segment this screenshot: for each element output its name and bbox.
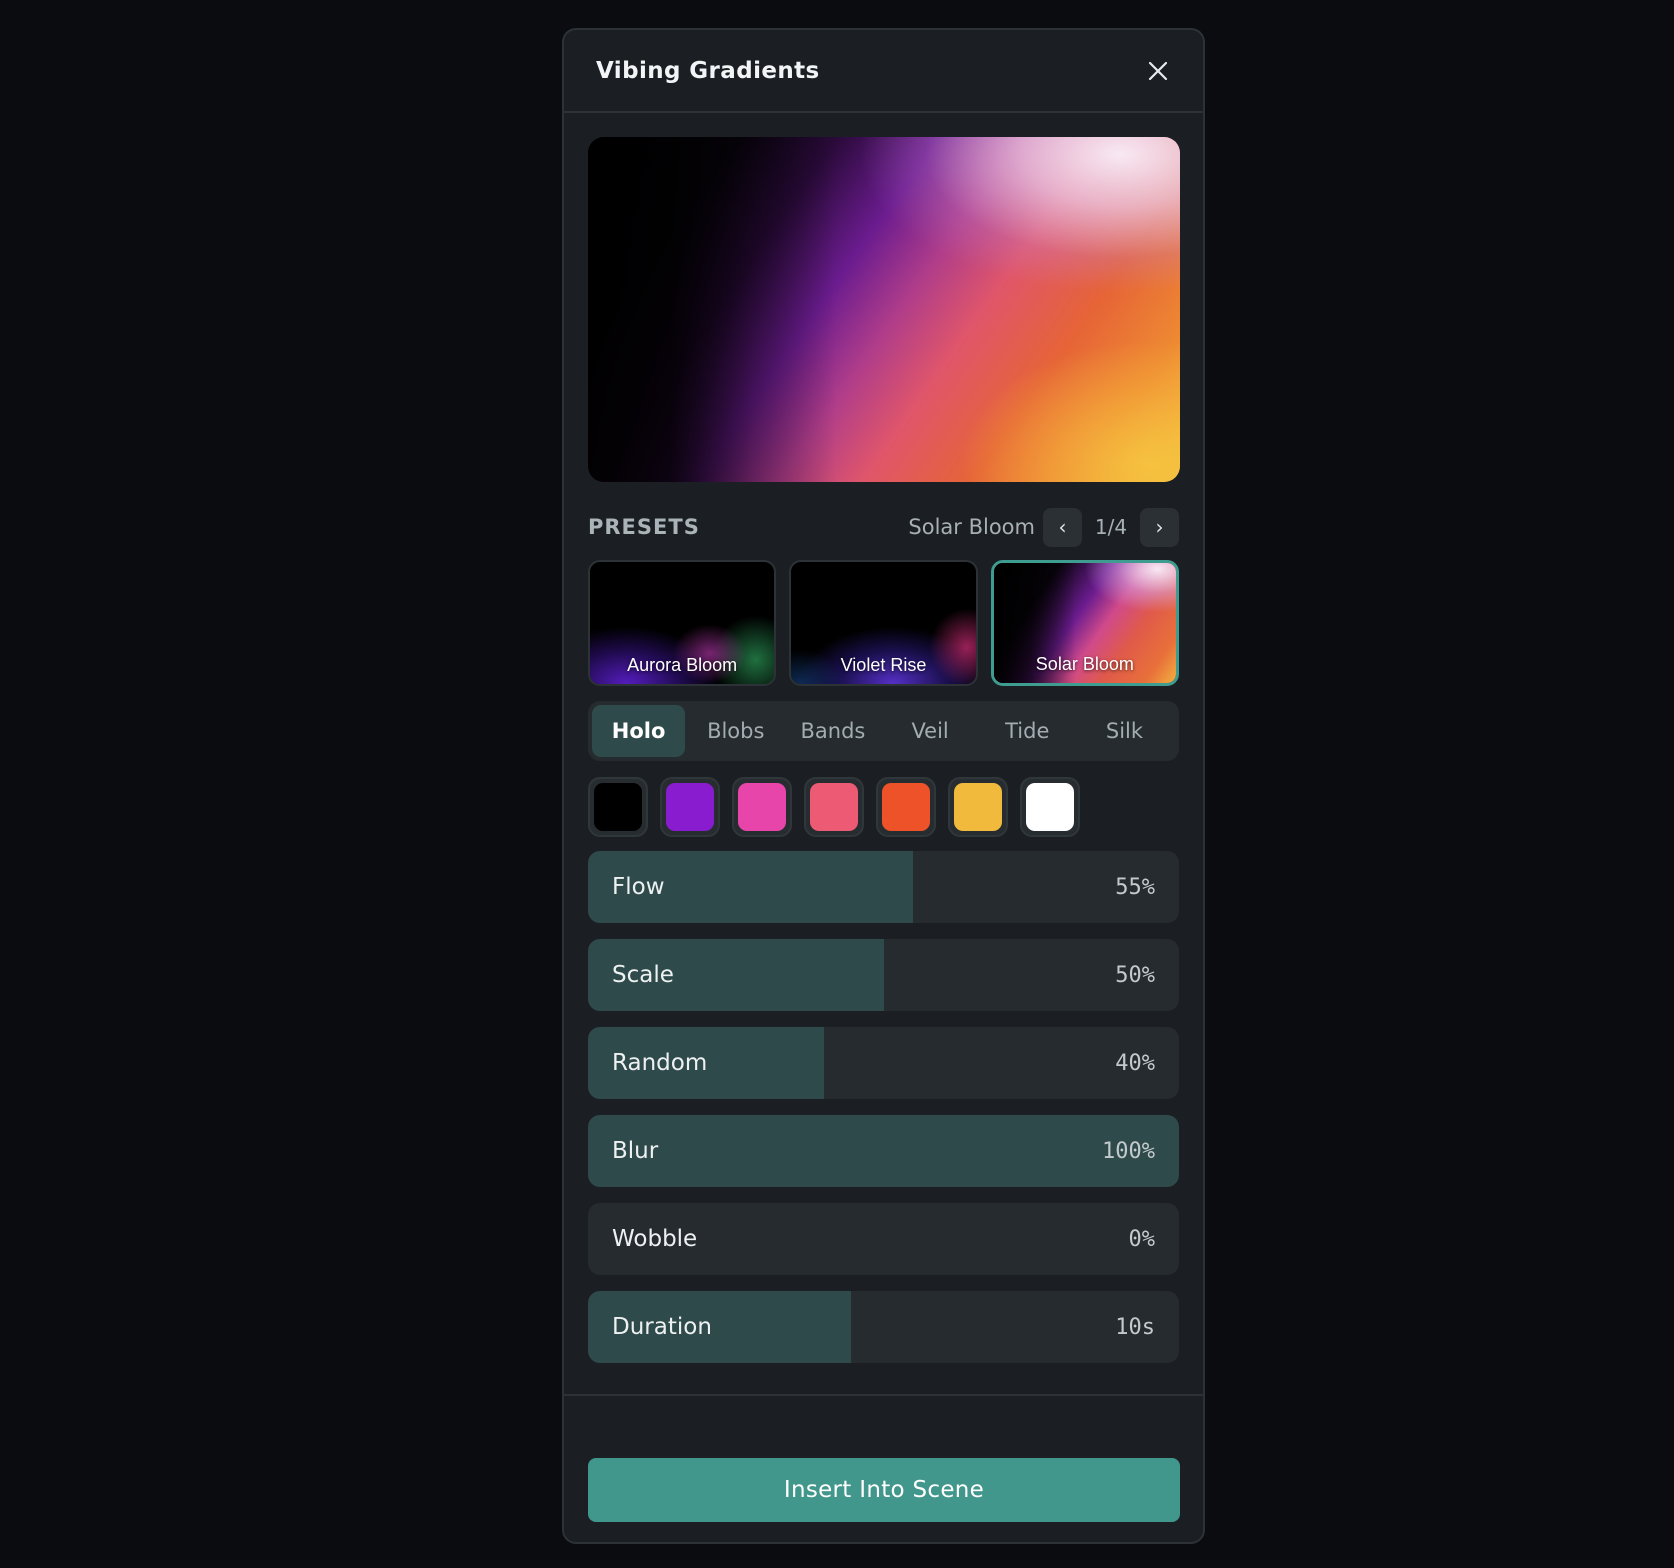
tab-blobs[interactable]: Blobs [689, 705, 782, 757]
slider-label: Duration [612, 1314, 712, 1340]
slider-label: Scale [612, 962, 674, 988]
close-icon [1148, 61, 1168, 80]
current-preset-name: Solar Bloom [908, 515, 1035, 539]
preset-navigator: Solar Bloom ‹ 1/4 › [908, 507, 1179, 547]
color-palette [588, 777, 1179, 837]
preset-aurora-bloom[interactable]: Aurora Bloom [588, 560, 777, 686]
slider-scale[interactable]: Scale 50% [588, 939, 1179, 1011]
style-tabs: Holo Blobs Bands Veil Tide Silk [588, 701, 1179, 761]
presets-header: PRESETS Solar Bloom ‹ 1/4 › [588, 506, 1179, 548]
preset-label: Aurora Bloom [627, 655, 738, 675]
chevron-right-icon: › [1155, 515, 1164, 539]
prev-preset-button[interactable]: ‹ [1043, 507, 1082, 547]
slider-value: 55% [1115, 874, 1155, 900]
color-swatch[interactable] [1020, 777, 1080, 837]
swatch-color [1026, 783, 1074, 831]
gradient-dialog: Vibing Gradients PRESETS Solar Bloom ‹ 1… [562, 28, 1205, 1544]
close-button[interactable] [1141, 54, 1175, 88]
tab-tide[interactable]: Tide [981, 705, 1074, 757]
slider-label: Wobble [612, 1226, 698, 1252]
slider-label: Flow [612, 874, 665, 900]
slider-blur[interactable]: Blur 100% [588, 1115, 1179, 1187]
color-swatch[interactable] [948, 777, 1008, 837]
color-swatch[interactable] [876, 777, 936, 837]
slider-wobble[interactable]: Wobble 0% [588, 1203, 1179, 1275]
slider-value: 100% [1102, 1138, 1155, 1164]
swatch-color [666, 783, 714, 831]
slider-label: Random [612, 1050, 708, 1076]
slider-list: Flow 55% Scale 50% Random 40% Blur 100% Wobble 0%… [588, 851, 1179, 1363]
color-swatch[interactable] [804, 777, 864, 837]
swatch-color [882, 783, 930, 831]
tab-holo[interactable]: Holo [592, 705, 686, 757]
slider-flow[interactable]: Flow 55% [588, 851, 1179, 923]
preset-label: Solar Bloom [1035, 654, 1134, 674]
swatch-color [594, 783, 642, 831]
preset-label: Violet Rise [840, 655, 927, 675]
tab-silk[interactable]: Silk [1078, 705, 1171, 757]
slider-label: Blur [612, 1138, 659, 1164]
color-swatch[interactable] [588, 777, 648, 837]
color-swatch[interactable] [660, 777, 720, 837]
slider-value: 50% [1115, 962, 1155, 988]
next-preset-button[interactable]: › [1140, 507, 1179, 547]
slider-value: 10s [1115, 1314, 1155, 1340]
dialog-title: Vibing Gradients [596, 57, 820, 84]
tab-bands[interactable]: Bands [786, 705, 879, 757]
presets-label: PRESETS [588, 515, 700, 539]
preset-thumbnails: Aurora Bloom Violet Rise Solar Bloom [588, 560, 1179, 686]
slider-value: 0% [1128, 1226, 1156, 1252]
slider-value: 40% [1115, 1050, 1155, 1076]
tab-veil[interactable]: Veil [884, 705, 977, 757]
slider-duration[interactable]: Duration 10s [588, 1291, 1179, 1363]
dialog-footer: Insert Into Scene [564, 1394, 1203, 1542]
chevron-left-icon: ‹ [1058, 515, 1067, 539]
slider-fill [588, 1115, 1179, 1187]
swatch-color [954, 783, 1002, 831]
color-swatch[interactable] [732, 777, 792, 837]
preset-violet-rise[interactable]: Violet Rise [789, 560, 978, 686]
insert-into-scene-button[interactable]: Insert Into Scene [588, 1458, 1180, 1522]
slider-random[interactable]: Random 40% [588, 1027, 1179, 1099]
dialog-header: Vibing Gradients [564, 30, 1203, 113]
swatch-color [810, 783, 858, 831]
preset-counter: 1/4 [1094, 515, 1128, 539]
preset-solar-bloom[interactable]: Solar Bloom [990, 560, 1179, 686]
gradient-preview [588, 137, 1180, 482]
swatch-color [738, 783, 786, 831]
